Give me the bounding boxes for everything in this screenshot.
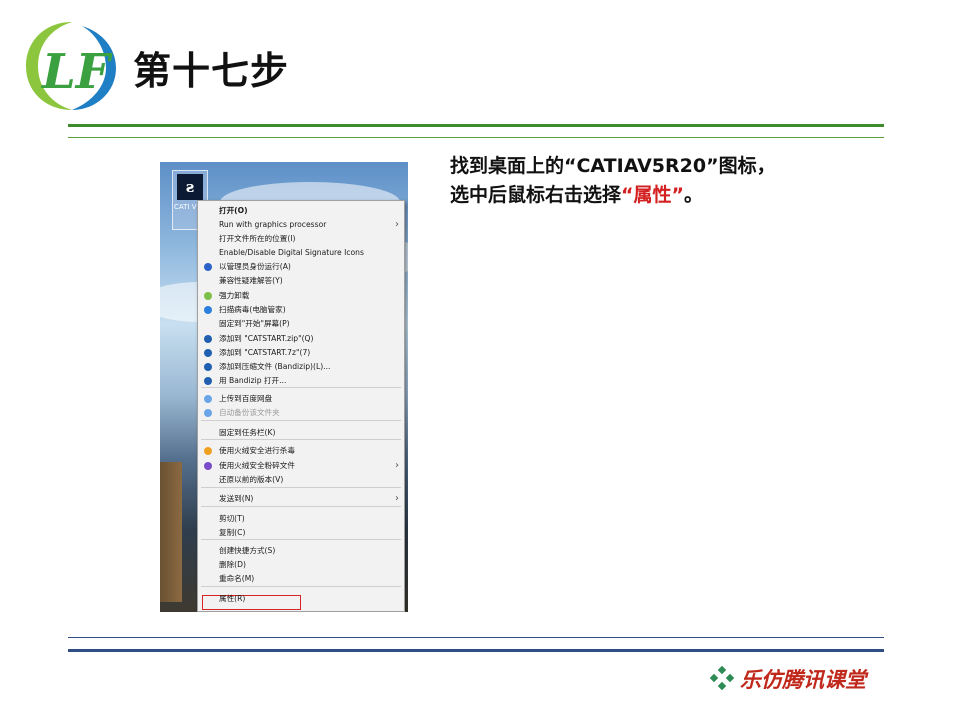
menu-item-label: 还原以前的版本(V) [219, 475, 284, 484]
menu-item-label: 强力卸载 [219, 291, 250, 300]
properties-highlight: “属性” [621, 184, 684, 206]
chevron-right-icon: › [395, 460, 399, 471]
instruction-line-1: 找到桌面上的“CATIAV5R20”图标， [450, 155, 776, 177]
menu-item[interactable]: 创建快捷方式(S) [198, 544, 404, 558]
top-divider-thin [68, 137, 884, 138]
menu-item-label: 属性(R) [219, 594, 246, 603]
catia-icon: ƨ [177, 174, 203, 200]
bandizip-icon [204, 349, 212, 357]
shield-icon [204, 263, 212, 271]
menu-item[interactable]: 打开文件所在的位置(I) [198, 232, 404, 246]
page-title: 第十七步 [133, 49, 290, 93]
chevron-right-icon: › [395, 493, 399, 504]
rock-shape [160, 462, 182, 602]
menu-item[interactable]: 属性(R) [198, 592, 404, 606]
instruction-line-2: 选中后鼠标右击选择“属性”。 [450, 184, 704, 206]
menu-item-label: 自动备份该文件夹 [219, 408, 280, 417]
menu-item-label: 上传到百度网盘 [219, 394, 273, 403]
menu-item[interactable]: 固定到任务栏(K) [198, 426, 404, 440]
menu-item-label: 兼容性疑难解答(Y) [219, 276, 283, 285]
menu-item-label: 打开文件所在的位置(I) [219, 234, 296, 243]
virus-scan-icon [204, 306, 212, 314]
chevron-right-icon: › [395, 219, 399, 230]
menu-item-label: 以管理员身份运行(A) [219, 262, 291, 271]
menu-item[interactable]: 扫描病毒(电脑管家) [198, 303, 404, 317]
menu-separator [201, 487, 401, 488]
menu-item[interactable]: 还原以前的版本(V) [198, 473, 404, 487]
menu-item[interactable]: 以管理员身份运行(A) [198, 260, 404, 274]
menu-item[interactable]: 删除(D) [198, 558, 404, 572]
menu-item[interactable]: 强力卸载 [198, 289, 404, 303]
menu-item[interactable]: 添加到 "CATSTART.7z"(7) [198, 346, 404, 360]
menu-item-label: 创建快捷方式(S) [219, 546, 276, 555]
menu-item-label: 添加到压缩文件 (Bandizip)(L)... [219, 362, 331, 371]
menu-item[interactable]: 使用火绒安全粉碎文件 › [198, 459, 404, 473]
menu-item[interactable]: 复制(C) [198, 526, 404, 540]
bottom-divider-thick [68, 649, 884, 652]
bandizip-icon [204, 335, 212, 343]
menu-item[interactable]: 固定到"开始"屏幕(P) [198, 317, 404, 331]
diamond-cluster-icon [710, 666, 734, 690]
menu-item-label: 剪切(T) [219, 514, 245, 523]
bottom-divider-thin [68, 637, 884, 638]
menu-item[interactable]: 打开(O) [198, 204, 404, 218]
menu-item[interactable]: 发送到(N) › [198, 492, 404, 506]
menu-separator [201, 506, 401, 507]
menu-item-label: 使用火绒安全进行杀毒 [219, 446, 295, 455]
top-divider-thick [68, 124, 884, 127]
menu-item-label: 固定到任务栏(K) [219, 428, 276, 437]
uninstall-icon [204, 292, 212, 300]
menu-item[interactable]: 用 Bandizip 打开... [198, 374, 404, 388]
menu-item-label: 发送到(N) [219, 494, 254, 503]
menu-item-label: 固定到"开始"屏幕(P) [219, 319, 290, 328]
menu-item[interactable]: Enable/Disable Digital Signature Icons [198, 246, 404, 260]
menu-item[interactable]: Run with graphics processor › [198, 218, 404, 232]
menu-item-label: 添加到 "CATSTART.7z"(7) [219, 348, 311, 357]
menu-item-label: 使用火绒安全粉碎文件 [219, 461, 295, 470]
lf-logo: LF [26, 22, 116, 110]
bandizip-icon [204, 363, 212, 371]
svg-text:LF: LF [40, 44, 113, 100]
menu-item-label: Enable/Disable Digital Signature Icons [219, 248, 364, 257]
menu-item[interactable]: 使用火绒安全进行杀毒 [198, 444, 404, 458]
huorong-icon [204, 447, 212, 455]
menu-item[interactable]: 自动备份该文件夹 [198, 406, 404, 420]
menu-item[interactable]: 添加到压缩文件 (Bandizip)(L)... [198, 360, 404, 374]
menu-item-label: 扫描病毒(电脑管家) [219, 305, 286, 314]
menu-item[interactable]: 重命名(M) [198, 572, 404, 586]
menu-separator [201, 420, 401, 421]
menu-item-label: 打开(O) [219, 206, 248, 215]
menu-item-label: 复制(C) [219, 528, 246, 537]
menu-separator [201, 586, 401, 587]
brand-name: 乐仿腾讯课堂 [740, 667, 866, 692]
menu-item[interactable]: 上传到百度网盘 [198, 392, 404, 406]
menu-item-label: 重命名(M) [219, 574, 255, 583]
cloud-icon [204, 395, 212, 403]
menu-item-label: 删除(D) [219, 560, 246, 569]
menu-item[interactable]: 剪切(T) [198, 512, 404, 526]
context-menu: 打开(O) Run with graphics processor › 打开文件所在的… [197, 200, 405, 612]
menu-item-label: 添加到 "CATSTART.zip"(Q) [219, 334, 314, 343]
shred-icon [204, 462, 212, 470]
context-menu-screenshot: ƨ CATI V5R 打开(O) Run with graphics proces… [160, 162, 408, 612]
bandizip-icon [204, 377, 212, 385]
menu-item[interactable]: 添加到 "CATSTART.zip"(Q) [198, 332, 404, 346]
instruction-text: 找到桌面上的“CATIAV5R20”图标， 选中后鼠标右击选择“属性”。 [450, 152, 776, 210]
menu-item-label: Run with graphics processor [219, 220, 327, 229]
menu-item-label: 用 Bandizip 打开... [219, 376, 287, 385]
cloud-icon [204, 409, 212, 417]
menu-item[interactable]: 兼容性疑难解答(Y) [198, 274, 404, 288]
